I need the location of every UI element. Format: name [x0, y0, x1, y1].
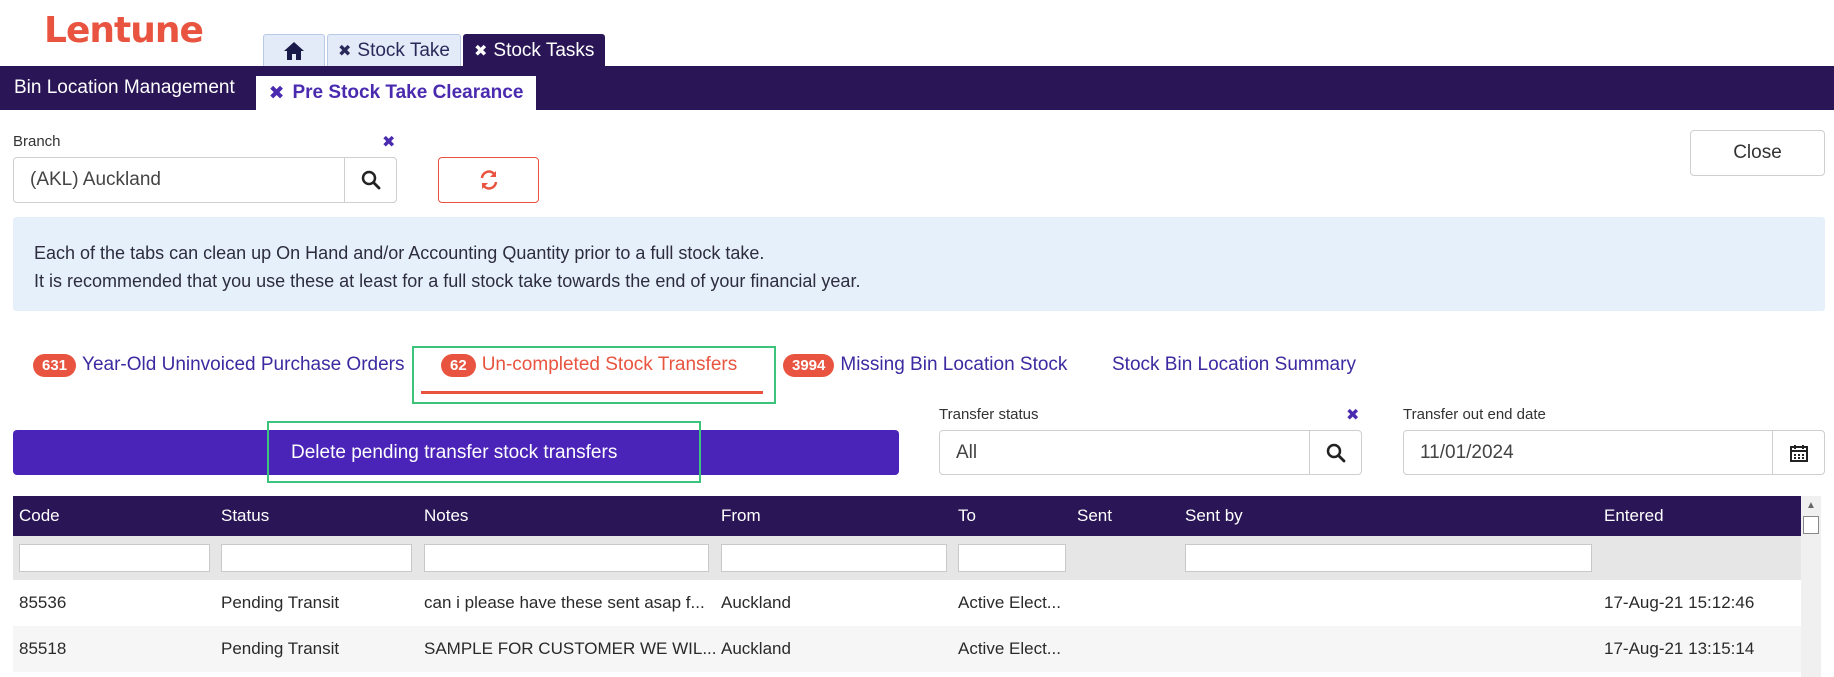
tab-label: Stock Bin Location Summary	[1112, 354, 1356, 375]
delete-pending-transfers-button[interactable]: Delete pending transfer stock transfers	[13, 430, 899, 475]
cell-entered: 17-Aug-21 13:15:14	[1604, 639, 1755, 658]
scroll-thumb[interactable]	[1803, 516, 1819, 534]
column-header-notes[interactable]: Notes	[424, 496, 468, 536]
tab-home[interactable]	[263, 34, 325, 66]
column-header-from[interactable]: From	[721, 496, 761, 536]
table-scrollbar[interactable]: ▲	[1801, 496, 1821, 677]
tab-year-old-uninvoiced-purchase-orders[interactable]: 631 Year-Old Uninvoiced Purchase Orders	[33, 350, 404, 380]
tab-pre-stock-take-clearance[interactable]: ✖ Pre Stock Take Clearance	[256, 76, 536, 110]
info-line-1: Each of the tabs can clean up On Hand an…	[34, 243, 765, 263]
scroll-up-icon[interactable]: ▲	[1801, 496, 1821, 514]
transfer-status-field[interactable]: All	[939, 430, 1362, 475]
refresh-icon	[480, 170, 497, 190]
count-badge: 62	[441, 353, 476, 377]
count-badge: 3994	[783, 353, 835, 377]
info-line-2: It is recommended that you use these at …	[34, 271, 861, 291]
active-tab-underline	[421, 391, 763, 394]
sub-nav-bar: Bin Location Management ✖ Pre Stock Take…	[0, 66, 1834, 110]
refresh-button[interactable]	[438, 157, 539, 203]
transfer-out-end-date-value: 11/01/2024	[1420, 441, 1514, 463]
column-header-entered[interactable]: Entered	[1604, 496, 1664, 536]
branch-field[interactable]: (AKL) Auckland	[13, 157, 397, 203]
calendar-button[interactable]	[1772, 431, 1824, 474]
table-row[interactable]: 85518 Pending Transit SAMPLE FOR CUSTOME…	[13, 626, 1801, 672]
sent-by-filter-input[interactable]	[1185, 544, 1592, 572]
tab-bin-location-management[interactable]: Bin Location Management	[14, 66, 235, 110]
tab-stock-take-label: Stock Take	[357, 39, 450, 61]
branch-search-button[interactable]	[344, 158, 396, 202]
cell-code: 85536	[19, 593, 67, 612]
lentune-logo: Lentune	[44, 10, 204, 51]
table-filter-row	[13, 536, 1801, 580]
tab-missing-bin-location-stock[interactable]: 3994 Missing Bin Location Stock	[783, 350, 1067, 380]
branch-label: Branch	[13, 133, 61, 150]
column-header-code[interactable]: Code	[19, 496, 60, 536]
tab-label: Missing Bin Location Stock	[840, 354, 1068, 375]
clear-branch-icon[interactable]: ✖	[382, 132, 395, 152]
cell-code: 85518	[19, 639, 67, 658]
status-filter-input[interactable]	[221, 544, 412, 572]
tab-pre-stock-take-clearance-label: Pre Stock Take Clearance	[292, 82, 524, 103]
clear-status-icon[interactable]: ✖	[1346, 405, 1359, 425]
tab-label: Year-Old Uninvoiced Purchase Orders	[82, 354, 405, 375]
tab-stock-tasks-label: Stock Tasks	[493, 39, 595, 61]
close-icon[interactable]: ✖	[338, 41, 351, 61]
cell-from: Auckland	[721, 639, 791, 658]
transfer-status-value: All	[956, 441, 978, 463]
cell-notes: SAMPLE FOR CUSTOMER WE WIL...	[424, 639, 717, 658]
code-filter-input[interactable]	[19, 544, 210, 572]
tab-label: Un-completed Stock Transfers	[481, 354, 738, 375]
home-icon	[284, 41, 304, 60]
column-header-to[interactable]: To	[958, 496, 976, 536]
transfer-status-label: Transfer status	[939, 406, 1039, 423]
branch-value: (AKL) Auckland	[30, 169, 161, 190]
app-tab-bar: ✖ Stock Take ✖ Stock Tasks	[263, 34, 606, 66]
column-header-sent-by[interactable]: Sent by	[1185, 496, 1243, 536]
calendar-icon	[1789, 444, 1808, 462]
close-icon[interactable]: ✖	[474, 41, 487, 61]
cell-to: Active Elect...	[958, 639, 1061, 658]
column-header-sent[interactable]: Sent	[1077, 496, 1112, 536]
transfer-out-end-date-label: Transfer out end date	[1403, 406, 1546, 423]
status-search-button[interactable]	[1309, 431, 1361, 474]
table-row[interactable]: 85536 Pending Transit can i please have …	[13, 580, 1801, 626]
to-filter-input[interactable]	[958, 544, 1066, 572]
cell-notes: can i please have these sent asap f...	[424, 593, 705, 612]
table-header: Code Status Notes From To Sent Sent by E…	[13, 496, 1801, 536]
cell-status: Pending Transit	[221, 593, 340, 612]
count-badge: 631	[33, 353, 77, 377]
transfer-out-end-date-field[interactable]: 11/01/2024	[1403, 430, 1825, 475]
cell-to: Active Elect...	[958, 593, 1061, 612]
search-icon	[361, 170, 380, 190]
cell-status: Pending Transit	[221, 639, 340, 658]
search-icon	[1326, 443, 1345, 462]
delete-button-label: Delete pending transfer stock transfers	[291, 441, 618, 463]
tab-stock-take[interactable]: ✖ Stock Take	[327, 34, 461, 66]
tab-stock-tasks[interactable]: ✖ Stock Tasks	[463, 34, 606, 66]
info-panel: Each of the tabs can clean up On Hand an…	[13, 217, 1825, 311]
cell-entered: 17-Aug-21 15:12:46	[1604, 593, 1755, 612]
tab-stock-bin-location-summary[interactable]: Stock Bin Location Summary	[1112, 350, 1356, 380]
column-header-status[interactable]: Status	[221, 496, 269, 536]
close-button[interactable]: Close	[1690, 130, 1825, 176]
cell-from: Auckland	[721, 593, 791, 612]
tab-uncompleted-stock-transfers[interactable]: 62 Un-completed Stock Transfers	[441, 350, 737, 380]
notes-filter-input[interactable]	[424, 544, 709, 572]
from-filter-input[interactable]	[721, 544, 947, 572]
close-icon[interactable]: ✖	[269, 82, 285, 105]
